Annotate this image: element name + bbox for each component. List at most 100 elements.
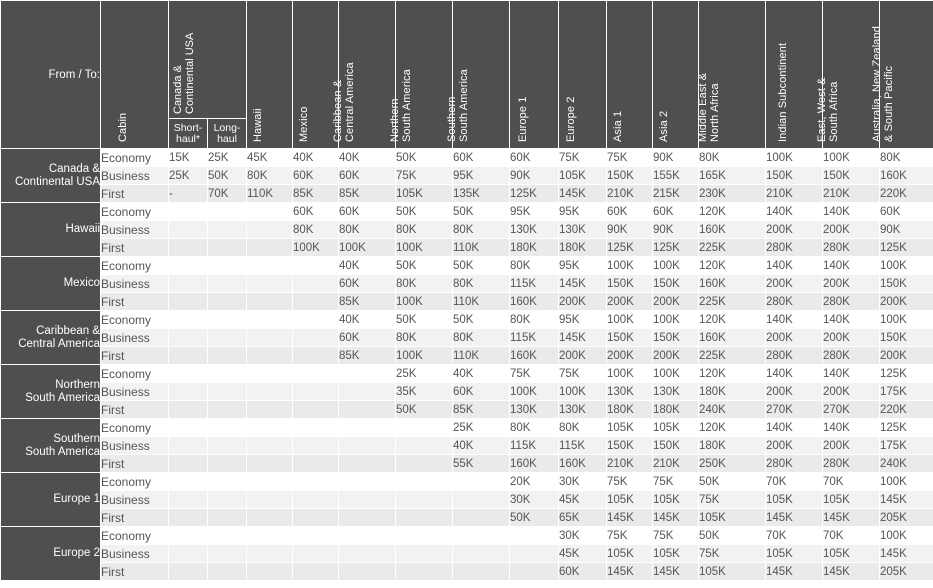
award-value-cell: 130K xyxy=(509,400,559,419)
award-value-cell: 110K xyxy=(452,292,510,311)
award-value-cell: 30K xyxy=(509,490,559,509)
award-value-cell: 40K xyxy=(292,148,339,167)
award-value-cell: 160K xyxy=(698,328,766,347)
award-value-cell xyxy=(246,274,293,293)
award-value-cell: 75K xyxy=(606,148,653,167)
award-value-cell: 60K xyxy=(338,202,396,221)
table-row: Business 80K 80K 80K 80K 130K 130K 90K 90K 160K 20… xyxy=(1,220,933,239)
table-row: Business 35K 60K 100K 100K 130K 130K 180K 200K 20… xyxy=(1,382,933,401)
award-value-cell: 200K xyxy=(606,346,653,365)
award-value-cell xyxy=(207,454,247,473)
award-value-cell: 60K xyxy=(509,148,559,167)
header-col-asia-1-label: Asia 1 xyxy=(612,110,624,142)
award-value-cell: 145K xyxy=(558,274,607,293)
cabin-label: Business xyxy=(100,436,169,455)
award-value-cell: 140K xyxy=(765,202,823,221)
award-value-cell: 80K xyxy=(509,256,559,275)
award-value-cell xyxy=(168,292,208,311)
award-value-cell xyxy=(168,238,208,257)
table-header: From / To: Canada & Continental USA Cabi… xyxy=(0,0,933,149)
corner-from-to-label: From / To: xyxy=(0,0,101,149)
award-value-cell: 105K xyxy=(765,544,823,563)
award-value-cell xyxy=(292,472,339,491)
award-value-cell: 150K xyxy=(606,274,653,293)
award-value-cell: 105K xyxy=(395,184,453,203)
award-value-cell xyxy=(395,508,453,527)
award-value-cell xyxy=(292,364,339,383)
award-value-cell: 25K xyxy=(452,418,510,437)
award-value-cell xyxy=(395,562,453,581)
award-value-cell xyxy=(338,454,396,473)
award-value-cell xyxy=(168,256,208,275)
row-region-label: Southern South America xyxy=(0,418,101,473)
award-value-cell: 145K xyxy=(652,508,699,527)
award-value-cell xyxy=(246,526,293,545)
award-value-cell xyxy=(509,544,559,563)
award-value-cell: 50K xyxy=(395,400,453,419)
award-value-cell: 240K xyxy=(879,454,933,473)
award-value-cell: 25K xyxy=(207,148,247,167)
award-value-cell: 120K xyxy=(698,418,766,437)
header-col-east-west-south-africa-label: East, West & South Africa xyxy=(815,77,840,142)
award-value-cell: 60K xyxy=(452,382,510,401)
header-col-indian-subcontinent: Indian Subcontinent xyxy=(765,0,823,149)
award-value-cell xyxy=(246,508,293,527)
award-value-cell xyxy=(207,256,247,275)
award-value-cell xyxy=(338,544,396,563)
award-value-cell: 40K xyxy=(338,148,396,167)
award-value-cell: 210K xyxy=(822,184,880,203)
award-value-cell: 210K xyxy=(606,454,653,473)
award-value-cell: 100K xyxy=(558,382,607,401)
award-value-cell: 200K xyxy=(765,382,823,401)
award-value-cell xyxy=(207,202,247,221)
cabin-label: Business xyxy=(100,220,169,239)
award-value-cell xyxy=(168,274,208,293)
header-col-australia-nz-south-pacific: Australia, New Zealand & South Pacific xyxy=(871,0,933,149)
award-value-cell: 150K xyxy=(879,274,933,293)
cabin-label: First xyxy=(100,562,169,581)
award-value-cell: 160K xyxy=(698,274,766,293)
award-value-cell: 105K xyxy=(765,490,823,509)
award-value-cell: 145K xyxy=(606,562,653,581)
award-value-cell: 125K xyxy=(652,238,699,257)
row-region-label: Europe 2 xyxy=(0,526,101,581)
award-value-cell: 135K xyxy=(452,184,510,203)
award-value-cell xyxy=(207,508,247,527)
table-row: First 50K 85K 130K 130K 180K 180K 240K 270K 270K 2… xyxy=(1,400,933,419)
award-value-cell: 30K xyxy=(558,526,607,545)
award-value-cell xyxy=(292,346,339,365)
award-chart-container: From / To: Canada & Continental USA Cabi… xyxy=(0,0,933,588)
award-value-cell: 100K xyxy=(606,310,653,329)
award-value-cell: 140K xyxy=(765,418,823,437)
cabin-label: Business xyxy=(100,490,169,509)
award-value-cell: 225K xyxy=(698,292,766,311)
award-value-cell xyxy=(452,544,510,563)
award-value-cell: 160K xyxy=(509,346,559,365)
header-col-europe-1-label: Europe 1 xyxy=(516,96,529,142)
award-value-cell: 115K xyxy=(509,274,559,293)
award-value-cell: 90K xyxy=(652,220,699,239)
award-value-cell: 80K xyxy=(395,328,453,347)
award-value-cell xyxy=(168,526,208,545)
award-value-cell: - xyxy=(168,184,208,203)
award-value-cell: 180K xyxy=(698,382,766,401)
cabin-label: First xyxy=(100,400,169,419)
award-value-cell: 280K xyxy=(822,238,880,257)
award-value-cell: 60K xyxy=(338,274,396,293)
award-value-cell xyxy=(168,400,208,419)
header-col-northern-south-america-label: Northern South America xyxy=(388,69,413,142)
award-value-cell: 120K xyxy=(698,256,766,275)
award-value-cell: 80K xyxy=(558,418,607,437)
award-value-cell: 105K xyxy=(606,544,653,563)
award-value-cell: 70K xyxy=(822,472,880,491)
award-value-cell xyxy=(292,256,339,275)
header-sub-long-haul: Long-haul xyxy=(207,118,247,149)
award-value-cell: 165K xyxy=(698,166,766,185)
award-value-cell xyxy=(509,562,559,581)
table-row: Hawaii Economy 60K 60K 50K 50K 95K 95K 60K 60K 120… xyxy=(0,202,933,257)
award-value-cell: 200K xyxy=(765,328,823,347)
award-value-cell xyxy=(292,274,339,293)
award-value-cell: 210K xyxy=(606,184,653,203)
award-value-cell: 115K xyxy=(558,436,607,455)
table-row: Business 40K 115K 115K 150K 150K 180K 200K 200K 1… xyxy=(1,436,933,455)
